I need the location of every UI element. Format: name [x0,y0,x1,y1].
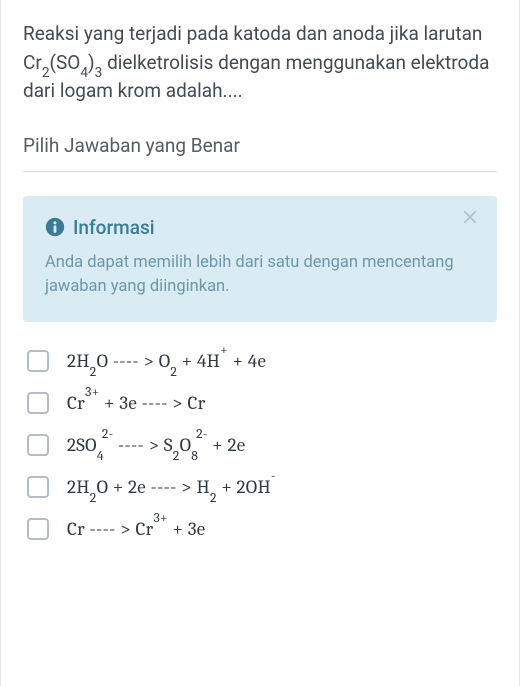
checkbox-d[interactable] [27,476,49,498]
checkbox-e[interactable] [27,518,49,540]
options-list: 2H2O ---- > O2 + 4H+ + 4e Cr3+ + 3e ----… [23,350,497,540]
q-sub: 2 [42,65,50,81]
q-frag: (SO [50,51,81,74]
q-sub: 4 [80,65,88,81]
option-e-label: Cr ---- > Cr3+ + 3e [67,518,205,540]
checkbox-b[interactable] [27,392,49,414]
checkbox-c[interactable] [27,434,49,456]
instruction-label: Pilih Jawaban yang Benar [23,134,497,172]
option-c[interactable]: 2SO42- ---- > S2O82- + 2e [27,434,497,456]
option-b-label: Cr3+ + 3e ---- > Cr [67,392,205,414]
info-title: Informasi [73,216,155,239]
q-sub: 3 [95,65,103,81]
checkbox-a[interactable] [27,350,49,372]
option-a[interactable]: 2H2O ---- > O2 + 4H+ + 4e [27,350,497,372]
close-icon[interactable] [463,210,481,228]
info-icon [45,217,65,237]
option-c-label: 2SO42- ---- > S2O82- + 2e [67,434,245,456]
info-panel: Informasi Anda dapat memilih lebih dari … [23,196,497,323]
q-frag: ) [88,51,95,74]
option-d-label: 2H2O + 2e ---- > H2 + 2OH- [67,476,276,498]
option-d[interactable]: 2H2O + 2e ---- > H2 + 2OH- [27,476,497,498]
question-text: Reaksi yang terjadi pada katoda dan anod… [23,20,497,106]
info-text: Anda dapat memilih lebih dari satu denga… [45,251,475,301]
option-b[interactable]: Cr3+ + 3e ---- > Cr [27,392,497,414]
option-a-label: 2H2O ---- > O2 + 4H+ + 4e [67,350,266,372]
option-e[interactable]: Cr ---- > Cr3+ + 3e [27,518,497,540]
